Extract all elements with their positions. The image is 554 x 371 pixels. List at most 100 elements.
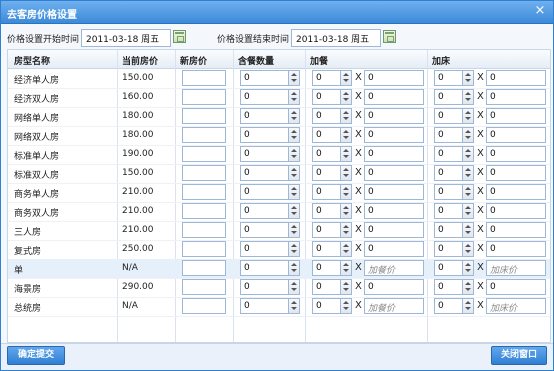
spin-up-icon[interactable] xyxy=(465,244,471,247)
spin-down-icon[interactable] xyxy=(343,136,349,139)
spin-up-icon[interactable] xyxy=(465,301,471,304)
spin-up-icon[interactable] xyxy=(291,301,297,304)
spinner-buttons[interactable] xyxy=(340,109,351,123)
spinner-buttons[interactable] xyxy=(462,204,473,218)
spinner-buttons[interactable] xyxy=(462,109,473,123)
spin-down-icon[interactable] xyxy=(465,231,471,234)
new-price-input[interactable] xyxy=(182,222,226,238)
extra-bed-price-input[interactable]: 0 xyxy=(486,70,546,86)
spin-up-icon[interactable] xyxy=(291,92,297,95)
spin-up-icon[interactable] xyxy=(291,282,297,285)
table-row[interactable]: 标准双人房 150.00 0 0 X 0 0 X 0 xyxy=(8,164,550,184)
spin-up-icon[interactable] xyxy=(465,225,471,228)
extra-meal-qty-stepper[interactable]: 0 xyxy=(312,260,352,276)
extra-meal-price-input[interactable]: 0 xyxy=(364,203,424,219)
spin-down-icon[interactable] xyxy=(291,288,297,291)
spin-up-icon[interactable] xyxy=(465,92,471,95)
spinner-buttons[interactable] xyxy=(288,90,299,104)
extra-bed-price-input[interactable]: 0 xyxy=(486,203,546,219)
spin-up-icon[interactable] xyxy=(465,168,471,171)
extra-meal-qty-stepper[interactable]: 0 xyxy=(312,203,352,219)
spinner-buttons[interactable] xyxy=(288,204,299,218)
new-price-input[interactable] xyxy=(182,260,226,276)
extra-meal-price-input[interactable]: 0 xyxy=(364,108,424,124)
spin-up-icon[interactable] xyxy=(343,73,349,76)
spinner-buttons[interactable] xyxy=(340,242,351,256)
extra-bed-qty-stepper[interactable]: 0 xyxy=(434,165,474,181)
extra-bed-price-input[interactable]: 0 xyxy=(486,184,546,200)
spinner-buttons[interactable] xyxy=(340,128,351,142)
extra-bed-qty-stepper[interactable]: 0 xyxy=(434,203,474,219)
spin-down-icon[interactable] xyxy=(465,269,471,272)
spin-down-icon[interactable] xyxy=(343,231,349,234)
spinner-buttons[interactable] xyxy=(462,299,473,313)
spin-down-icon[interactable] xyxy=(291,136,297,139)
spin-down-icon[interactable] xyxy=(343,250,349,253)
spin-down-icon[interactable] xyxy=(291,98,297,101)
spin-down-icon[interactable] xyxy=(343,193,349,196)
spin-down-icon[interactable] xyxy=(465,288,471,291)
extra-meal-price-input[interactable]: 0 xyxy=(364,70,424,86)
spin-up-icon[interactable] xyxy=(343,301,349,304)
meals-included-stepper[interactable]: 0 xyxy=(240,184,300,200)
meals-included-stepper[interactable]: 0 xyxy=(240,146,300,162)
table-row[interactable]: 网络双人房 180.00 0 0 X 0 0 X 0 xyxy=(8,126,550,146)
table-row[interactable]: 标准单人房 190.00 0 0 X 0 0 X 0 xyxy=(8,145,550,165)
spin-up-icon[interactable] xyxy=(343,225,349,228)
spin-down-icon[interactable] xyxy=(465,174,471,177)
spin-down-icon[interactable] xyxy=(291,269,297,272)
table-row[interactable]: 经济单人房 150.00 0 0 X 0 0 X 0 xyxy=(8,69,550,89)
spin-up-icon[interactable] xyxy=(343,206,349,209)
spin-up-icon[interactable] xyxy=(291,225,297,228)
spinner-buttons[interactable] xyxy=(462,128,473,142)
extra-meal-qty-stepper[interactable]: 0 xyxy=(312,241,352,257)
spin-down-icon[interactable] xyxy=(343,307,349,310)
spin-up-icon[interactable] xyxy=(465,130,471,133)
extra-bed-price-input[interactable]: 加床价 xyxy=(486,298,546,314)
meals-included-stepper[interactable]: 0 xyxy=(240,70,300,86)
extra-meal-qty-stepper[interactable]: 0 xyxy=(312,298,352,314)
spin-down-icon[interactable] xyxy=(291,193,297,196)
spin-up-icon[interactable] xyxy=(291,149,297,152)
start-date-input[interactable]: 2011-03-18 周五 xyxy=(81,29,171,47)
spin-up-icon[interactable] xyxy=(465,149,471,152)
spinner-buttons[interactable] xyxy=(340,71,351,85)
spin-down-icon[interactable] xyxy=(343,79,349,82)
spin-up-icon[interactable] xyxy=(291,263,297,266)
spin-down-icon[interactable] xyxy=(291,79,297,82)
extra-bed-price-input[interactable]: 加床价 xyxy=(486,260,546,276)
spin-down-icon[interactable] xyxy=(291,307,297,310)
new-price-input[interactable] xyxy=(182,127,226,143)
extra-meal-price-input[interactable]: 0 xyxy=(364,279,424,295)
extra-meal-price-input[interactable]: 加餐价 xyxy=(364,260,424,276)
spin-up-icon[interactable] xyxy=(343,187,349,190)
spin-down-icon[interactable] xyxy=(291,212,297,215)
spinner-buttons[interactable] xyxy=(288,166,299,180)
spin-up-icon[interactable] xyxy=(291,187,297,190)
new-price-input[interactable] xyxy=(182,203,226,219)
spin-down-icon[interactable] xyxy=(465,79,471,82)
meals-included-stepper[interactable]: 0 xyxy=(240,203,300,219)
extra-meal-price-input[interactable]: 0 xyxy=(364,241,424,257)
spinner-buttons[interactable] xyxy=(462,71,473,85)
spin-down-icon[interactable] xyxy=(465,193,471,196)
spin-down-icon[interactable] xyxy=(465,307,471,310)
spinner-buttons[interactable] xyxy=(340,261,351,275)
spin-down-icon[interactable] xyxy=(343,117,349,120)
extra-meal-qty-stepper[interactable]: 0 xyxy=(312,165,352,181)
spinner-buttons[interactable] xyxy=(340,223,351,237)
spin-up-icon[interactable] xyxy=(291,130,297,133)
spin-down-icon[interactable] xyxy=(465,212,471,215)
spin-down-icon[interactable] xyxy=(291,231,297,234)
spinner-buttons[interactable] xyxy=(288,71,299,85)
spinner-buttons[interactable] xyxy=(462,280,473,294)
end-date-input[interactable]: 2011-03-18 周五 xyxy=(291,29,381,47)
extra-bed-qty-stepper[interactable]: 0 xyxy=(434,241,474,257)
table-row[interactable]: 复式房 250.00 0 0 X 0 0 X 0 xyxy=(8,240,550,260)
spin-up-icon[interactable] xyxy=(465,187,471,190)
spinner-buttons[interactable] xyxy=(340,147,351,161)
spin-down-icon[interactable] xyxy=(343,98,349,101)
extra-meal-price-input[interactable]: 0 xyxy=(364,89,424,105)
spinner-buttons[interactable] xyxy=(462,261,473,275)
calendar-icon[interactable] xyxy=(383,30,396,43)
